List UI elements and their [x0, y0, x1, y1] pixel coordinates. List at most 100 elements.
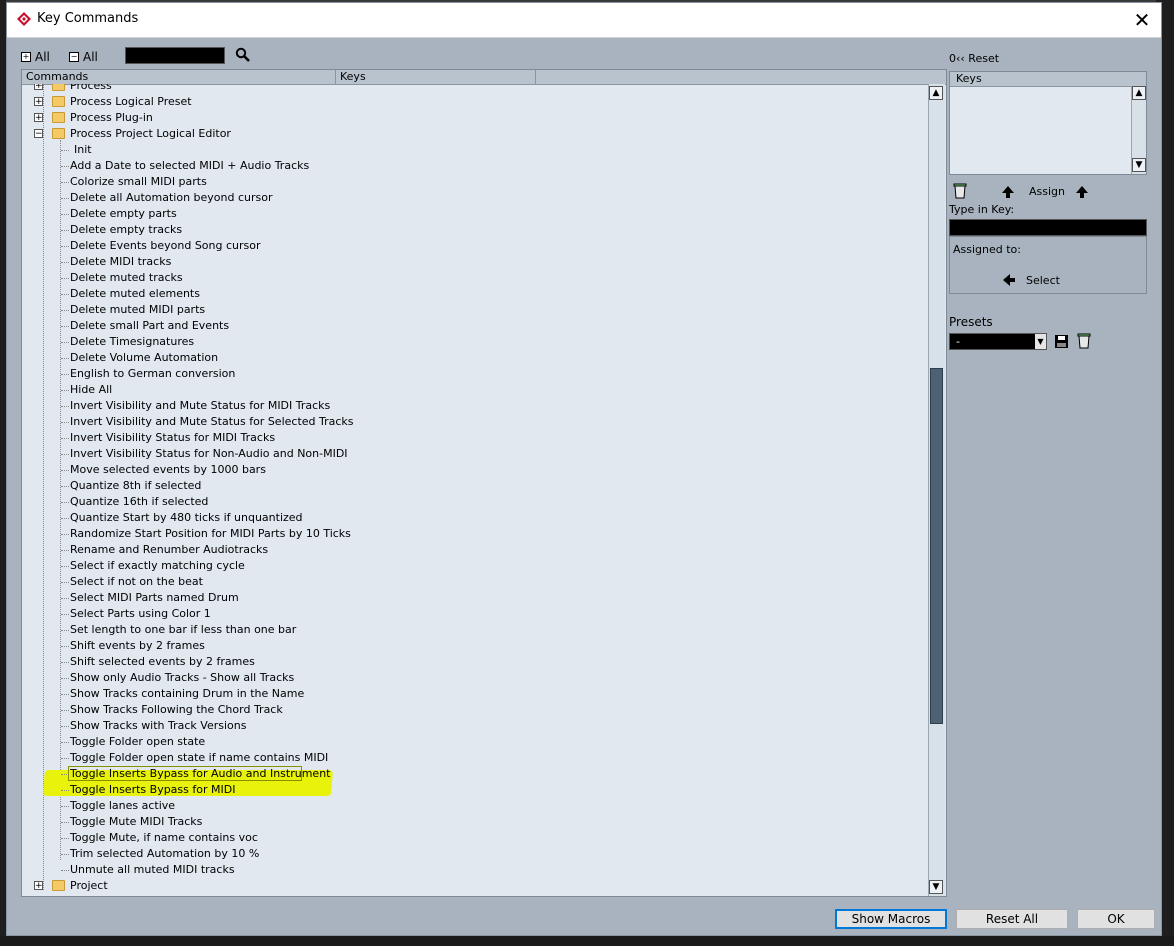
- scroll-up-icon[interactable]: ▲: [1132, 86, 1146, 100]
- command-item[interactable]: Delete empty tracks: [22, 222, 928, 238]
- command-item[interactable]: Invert Visibility and Mute Status for Se…: [22, 414, 928, 430]
- command-item[interactable]: Show Tracks Following the Chord Track: [22, 702, 928, 718]
- command-item[interactable]: Show Tracks with Track Versions: [22, 718, 928, 734]
- command-item[interactable]: Toggle Folder open state: [22, 734, 928, 750]
- command-label: Toggle Folder open state if name contain…: [70, 751, 329, 764]
- command-item[interactable]: Init: [22, 142, 928, 158]
- folder-row[interactable]: + Project: [22, 878, 928, 894]
- tree-connector: [61, 710, 69, 711]
- command-item[interactable]: Move selected events by 1000 bars: [22, 462, 928, 478]
- command-item[interactable]: Set length to one bar if less than one b…: [22, 622, 928, 638]
- command-item[interactable]: Hide All: [22, 382, 928, 398]
- select-button[interactable]: Select: [1026, 274, 1060, 287]
- command-label: Show Tracks with Track Versions: [70, 719, 247, 732]
- close-button[interactable]: ✕: [1129, 7, 1155, 33]
- expand-icon[interactable]: +: [34, 881, 43, 891]
- search-input[interactable]: [125, 47, 225, 64]
- command-item[interactable]: Toggle Folder open state if name contain…: [22, 750, 928, 766]
- scroll-down-icon[interactable]: ▼: [1132, 158, 1146, 172]
- command-item[interactable]: Delete empty parts: [22, 206, 928, 222]
- keys-scrollbar[interactable]: ▲ ▼: [1131, 86, 1146, 174]
- command-item[interactable]: Quantize Start by 480 ticks if unquantiz…: [22, 510, 928, 526]
- reset-all-button[interactable]: Reset All: [956, 909, 1068, 929]
- command-item[interactable]: Delete Events beyond Song cursor: [22, 238, 928, 254]
- command-item[interactable]: Quantize 16th if selected: [22, 494, 928, 510]
- command-item[interactable]: Shift selected events by 2 frames: [22, 654, 928, 670]
- tree-connector: [61, 246, 69, 247]
- show-macros-button[interactable]: Show Macros: [835, 909, 947, 929]
- command-item[interactable]: Colorize small MIDI parts: [22, 174, 928, 190]
- command-item[interactable]: Delete muted tracks: [22, 270, 928, 286]
- command-item[interactable]: Shift events by 2 frames: [22, 638, 928, 654]
- command-label: Unmute all muted MIDI tracks: [70, 863, 235, 876]
- search-icon[interactable]: [235, 47, 251, 63]
- command-item[interactable]: Trim selected Automation by 10 %: [22, 846, 928, 862]
- folder-row[interactable]: + Process: [22, 84, 928, 94]
- scroll-up-icon[interactable]: ▲: [929, 86, 943, 100]
- command-label: Hide All: [70, 383, 113, 396]
- save-icon[interactable]: [1054, 334, 1069, 349]
- command-item[interactable]: Invert Visibility and Mute Status for MI…: [22, 398, 928, 414]
- command-item[interactable]: Randomize Start Position for MIDI Parts …: [22, 526, 928, 542]
- delete-key-icon[interactable]: [953, 183, 967, 199]
- folder-row[interactable]: + Process Logical Preset: [22, 94, 928, 110]
- tree-scrollbar[interactable]: ▲ ▼: [928, 84, 945, 896]
- scroll-thumb[interactable]: [930, 368, 943, 724]
- command-item[interactable]: Select MIDI Parts named Drum: [22, 590, 928, 606]
- command-item[interactable]: Invert Visibility Status for MIDI Tracks: [22, 430, 928, 446]
- command-item[interactable]: Select if exactly matching cycle: [22, 558, 928, 574]
- command-label: Delete muted MIDI parts: [70, 303, 206, 316]
- folder-icon: [52, 128, 65, 139]
- command-item[interactable]: Delete muted MIDI parts: [22, 302, 928, 318]
- collapse-all-button[interactable]: − All: [69, 50, 98, 64]
- command-item[interactable]: Select Parts using Color 1: [22, 606, 928, 622]
- type-in-key-field[interactable]: [949, 219, 1147, 236]
- presets-dropdown[interactable]: -: [949, 333, 1047, 350]
- column-header-commands[interactable]: Commands: [22, 70, 336, 84]
- tree-connector: [61, 694, 69, 695]
- expand-all-button[interactable]: + All: [21, 50, 50, 64]
- command-item[interactable]: Show Tracks containing Drum in the Name: [22, 686, 928, 702]
- reset-button[interactable]: 0‹‹ Reset: [949, 52, 999, 65]
- command-item[interactable]: English to German conversion: [22, 366, 928, 382]
- command-item[interactable]: Delete all Automation beyond cursor: [22, 190, 928, 206]
- scroll-down-icon[interactable]: ▼: [929, 880, 943, 894]
- column-header-keys[interactable]: Keys: [336, 70, 536, 84]
- command-label: Delete muted elements: [70, 287, 200, 300]
- folder-row[interactable]: + Process Plug-in: [22, 110, 928, 126]
- delete-preset-icon[interactable]: [1077, 333, 1091, 349]
- command-item[interactable]: Delete Timesignatures: [22, 334, 928, 350]
- expand-icon[interactable]: +: [34, 84, 43, 91]
- command-item[interactable]: Toggle Mute, if name contains voc: [22, 830, 928, 846]
- command-label: Move selected events by 1000 bars: [70, 463, 266, 476]
- chevron-down-icon[interactable]: ▼: [1035, 334, 1046, 349]
- command-label: Delete all Automation beyond cursor: [70, 191, 273, 204]
- folder-icon: [52, 84, 65, 91]
- command-item[interactable]: Invert Visibility Status for Non-Audio a…: [22, 446, 928, 462]
- command-item[interactable]: Unmute all muted MIDI tracks: [22, 862, 928, 878]
- tree-connector: [61, 726, 69, 727]
- collapse-icon[interactable]: −: [34, 129, 43, 139]
- command-item[interactable]: Rename and Renumber Audiotracks: [22, 542, 928, 558]
- tree-connector: [61, 310, 69, 311]
- assign-button[interactable]: Assign: [1029, 185, 1065, 198]
- folder-row[interactable]: − Process Project Logical Editor: [22, 126, 928, 142]
- command-item[interactable]: Delete muted elements: [22, 286, 928, 302]
- command-item[interactable]: Show only Audio Tracks - Show all Tracks: [22, 670, 928, 686]
- command-item[interactable]: Select if not on the beat: [22, 574, 928, 590]
- command-item[interactable]: Delete Volume Automation: [22, 350, 928, 366]
- command-item[interactable]: Toggle lanes active: [22, 798, 928, 814]
- keys-list[interactable]: Keys ▲ ▼: [949, 71, 1147, 175]
- expand-icon[interactable]: +: [34, 113, 43, 123]
- arrow-up-icon: [1076, 186, 1088, 198]
- expand-icon[interactable]: +: [34, 97, 43, 107]
- command-item[interactable]: Add a Date to selected MIDI + Audio Trac…: [22, 158, 928, 174]
- command-item[interactable]: Toggle Mute MIDI Tracks: [22, 814, 928, 830]
- command-item[interactable]: Delete small Part and Events: [22, 318, 928, 334]
- folder-icon: [52, 96, 65, 107]
- command-item[interactable]: Delete MIDI tracks: [22, 254, 928, 270]
- command-item[interactable]: Toggle Inserts Bypass for MIDI: [22, 782, 928, 798]
- ok-button[interactable]: OK: [1077, 909, 1155, 929]
- command-item[interactable]: Quantize 8th if selected: [22, 478, 928, 494]
- tree-connector: [61, 374, 69, 375]
